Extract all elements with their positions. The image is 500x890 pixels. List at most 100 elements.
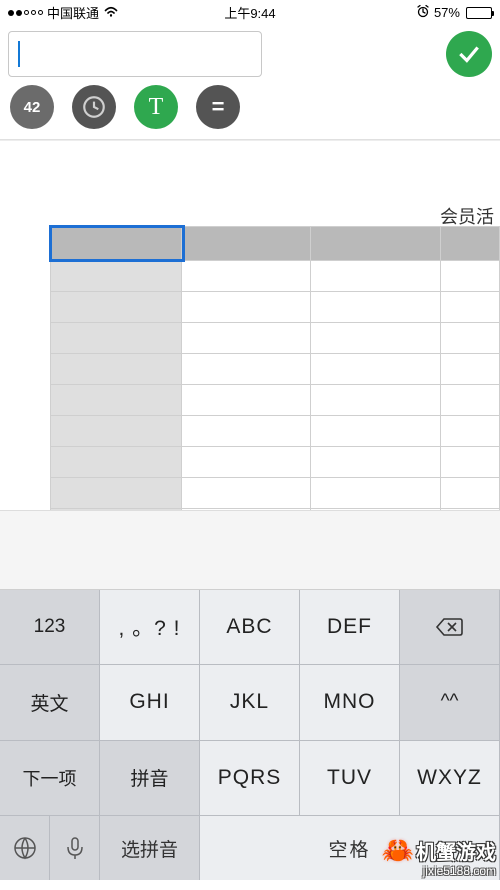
table-row[interactable] <box>51 292 500 323</box>
cell[interactable] <box>441 261 500 292</box>
wifi-icon <box>103 5 119 20</box>
key-pqrs[interactable]: PQRS <box>200 741 300 816</box>
text-format-icon: T <box>149 94 164 121</box>
row-header-cell[interactable] <box>51 509 182 511</box>
globe-icon <box>12 835 38 861</box>
row-header-cell[interactable] <box>51 416 182 447</box>
backspace-icon <box>435 616 465 638</box>
key-123[interactable]: 123 <box>0 590 100 665</box>
cell[interactable] <box>181 323 311 354</box>
cell[interactable] <box>441 447 500 478</box>
formula-bar <box>0 25 500 83</box>
text-format-button[interactable]: T <box>134 85 178 129</box>
key-caret[interactable]: ^^ <box>400 665 500 740</box>
key-space[interactable]: 空格 <box>200 816 500 880</box>
table-row[interactable] <box>51 416 500 447</box>
spreadsheet-area[interactable]: 会员活 <box>0 140 500 510</box>
key-abc[interactable]: ABC <box>200 590 300 665</box>
cell[interactable] <box>311 261 441 292</box>
key-mic[interactable] <box>50 816 100 880</box>
keyboard-accessory-gap <box>0 510 500 590</box>
header-cell[interactable] <box>51 227 182 261</box>
cell[interactable] <box>441 292 500 323</box>
cell-input[interactable] <box>8 31 262 77</box>
row-header-cell[interactable] <box>51 354 182 385</box>
confirm-button[interactable] <box>446 31 492 77</box>
status-right: 57% <box>331 4 492 21</box>
carrier-label: 中国联通 <box>47 3 99 22</box>
cell[interactable] <box>181 261 311 292</box>
cell[interactable] <box>181 478 311 509</box>
check-icon <box>456 41 482 67</box>
cell[interactable] <box>311 385 441 416</box>
cell[interactable] <box>441 509 500 511</box>
key-punct[interactable]: , 。? ! <box>100 590 200 665</box>
key-def[interactable]: DEF <box>300 590 400 665</box>
keyboard: 123 , 。? ! ABC DEF 英文 GHI JKL MNO ^^ 拼音 … <box>0 590 500 880</box>
battery-pct: 57% <box>434 5 460 20</box>
cell[interactable] <box>311 354 441 385</box>
cell[interactable] <box>311 478 441 509</box>
table-row[interactable] <box>51 447 500 478</box>
key-english[interactable]: 英文 <box>0 665 100 740</box>
table-row[interactable] <box>51 509 500 511</box>
signal-dots-icon <box>8 10 43 16</box>
clock-label: 上午9:44 <box>169 3 330 22</box>
key-backspace[interactable] <box>400 590 500 665</box>
header-cell[interactable] <box>311 227 441 261</box>
key-select-pinyin[interactable]: 选拼音 <box>100 816 200 880</box>
row-header-cell[interactable] <box>51 478 182 509</box>
number-format-label: 42 <box>24 99 41 116</box>
cell[interactable] <box>181 416 311 447</box>
formula-button[interactable]: = <box>196 85 240 129</box>
text-caret <box>18 41 20 67</box>
cell-type-toolbar: 42 T = <box>0 83 500 140</box>
cell[interactable] <box>441 416 500 447</box>
key-wxyz[interactable]: WXYZ <box>400 741 500 816</box>
spreadsheet-grid[interactable] <box>50 226 500 510</box>
cell[interactable] <box>441 323 500 354</box>
equals-icon: = <box>212 94 225 120</box>
key-ghi[interactable]: GHI <box>100 665 200 740</box>
cell[interactable] <box>181 292 311 323</box>
key-globe[interactable] <box>0 816 50 880</box>
cell[interactable] <box>441 354 500 385</box>
cell[interactable] <box>311 323 441 354</box>
row-header-cell[interactable] <box>51 323 182 354</box>
key-mno[interactable]: MNO <box>300 665 400 740</box>
header-cell[interactable] <box>181 227 311 261</box>
key-jkl[interactable]: JKL <box>200 665 300 740</box>
cell[interactable] <box>181 509 311 511</box>
table-row[interactable] <box>51 323 500 354</box>
status-left: 中国联通 <box>8 3 169 22</box>
number-format-button[interactable]: 42 <box>10 85 54 129</box>
cell[interactable] <box>181 354 311 385</box>
cell[interactable] <box>311 292 441 323</box>
cell[interactable] <box>311 447 441 478</box>
cell[interactable] <box>311 509 441 511</box>
row-header-cell[interactable] <box>51 447 182 478</box>
table-row[interactable] <box>51 354 500 385</box>
battery-icon <box>464 7 492 19</box>
key-tuv[interactable]: TUV <box>300 741 400 816</box>
cell[interactable] <box>311 416 441 447</box>
row-header-cell[interactable] <box>51 292 182 323</box>
mic-icon <box>62 835 88 861</box>
row-header-cell[interactable] <box>51 385 182 416</box>
alarm-icon <box>416 4 430 21</box>
cell[interactable] <box>441 478 500 509</box>
status-bar: 中国联通 上午9:44 57% <box>0 0 500 25</box>
table-header-row[interactable] <box>51 227 500 261</box>
key-next[interactable]: 下一项 <box>0 741 100 816</box>
cell[interactable] <box>441 385 500 416</box>
table-row[interactable] <box>51 261 500 292</box>
cell[interactable] <box>181 447 311 478</box>
time-format-button[interactable] <box>72 85 116 129</box>
clock-icon <box>81 94 107 120</box>
table-row[interactable] <box>51 478 500 509</box>
cell[interactable] <box>181 385 311 416</box>
header-cell[interactable] <box>441 227 500 261</box>
table-row[interactable] <box>51 385 500 416</box>
row-header-cell[interactable] <box>51 261 182 292</box>
key-pinyin[interactable]: 拼音 <box>100 741 200 816</box>
